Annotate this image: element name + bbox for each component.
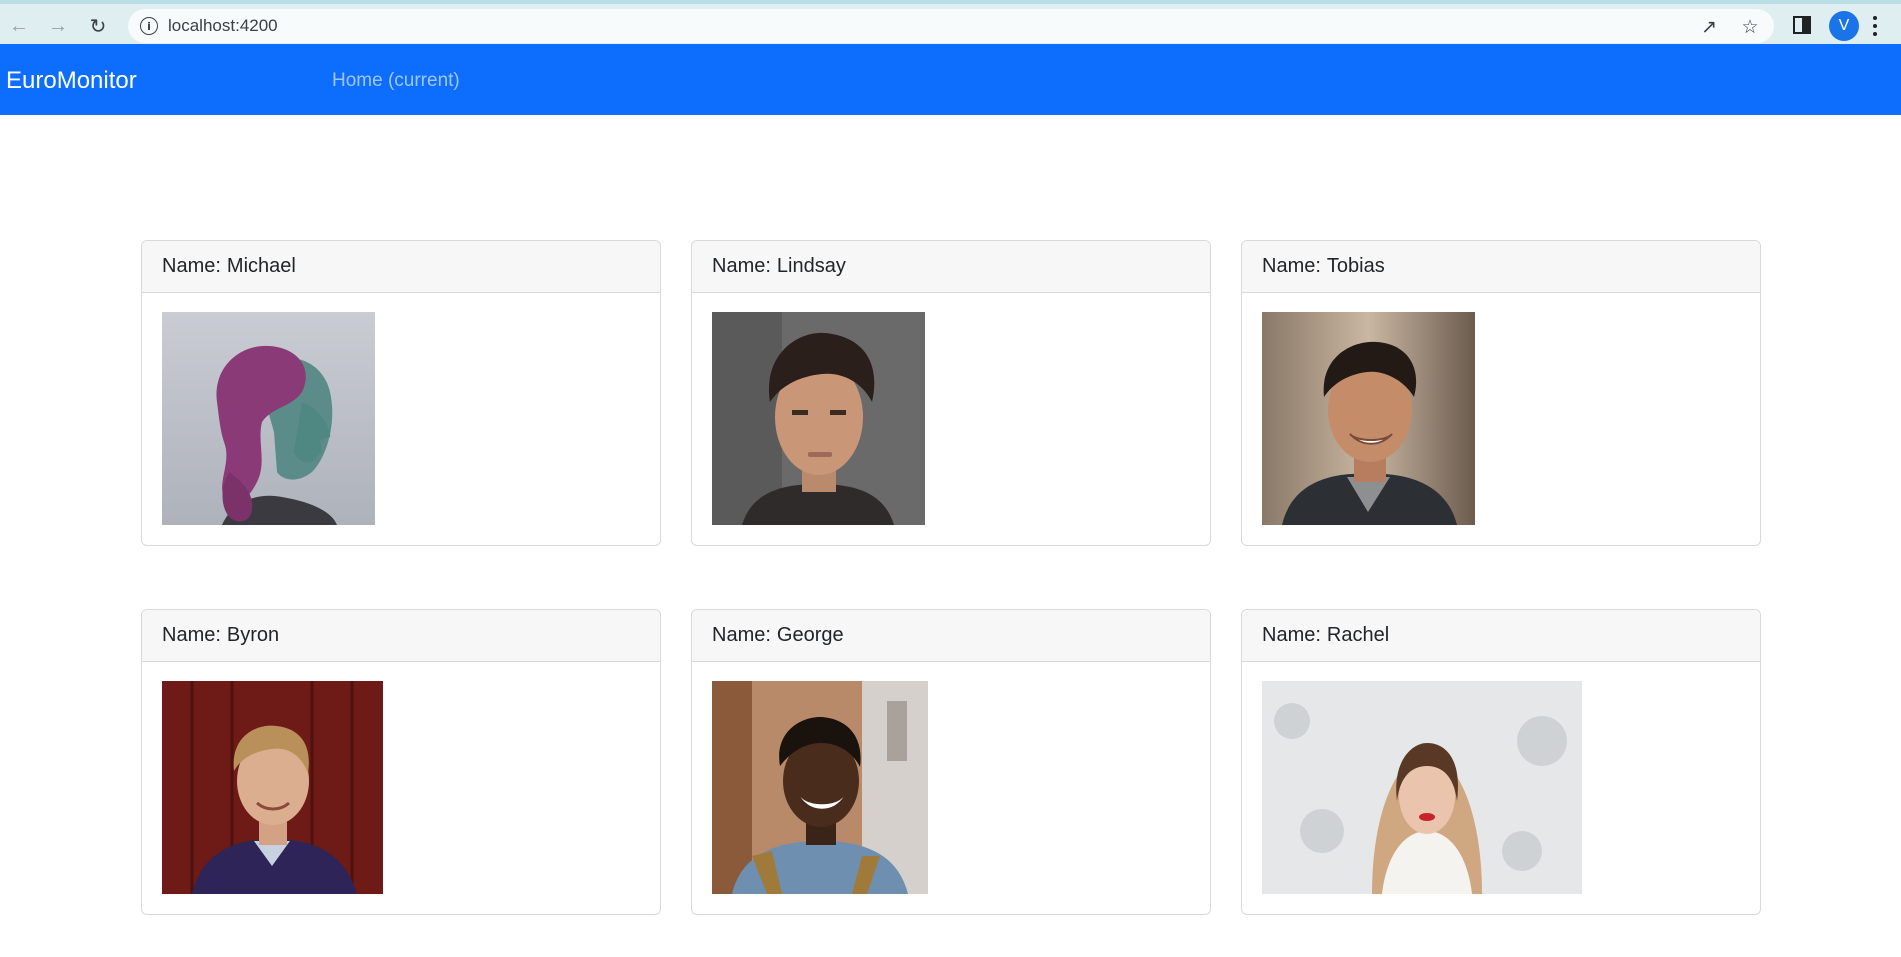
person-card: Name: Rachel xyxy=(1241,609,1761,915)
url-text[interactable]: localhost:4200 xyxy=(168,16,278,36)
person-photo xyxy=(712,681,928,894)
person-name: George xyxy=(776,624,844,646)
person-name: Tobias xyxy=(1326,255,1385,277)
person-card: Name: Michael xyxy=(141,240,661,546)
reload-icon[interactable]: ↻ xyxy=(85,13,111,39)
card-header: Name: Lindsay xyxy=(692,241,1210,293)
profile-avatar[interactable]: V xyxy=(1829,11,1859,41)
card-header: Name: Byron xyxy=(142,610,660,662)
card-header: Name: Michael xyxy=(142,241,660,293)
address-bar[interactable]: i localhost:4200 ↗ ☆ xyxy=(128,9,1774,43)
card-header: Name: George xyxy=(692,610,1210,662)
person-name: Lindsay xyxy=(776,255,846,277)
person-photo xyxy=(712,312,925,525)
browser-toolbar: ← → ↻ i localhost:4200 ↗ ☆ V xyxy=(0,0,1901,44)
person-photo xyxy=(1262,681,1582,894)
name-label: Name: xyxy=(712,255,771,277)
name-label: Name: xyxy=(162,255,221,277)
person-name: Michael xyxy=(226,255,296,277)
nav-link-home[interactable]: Home (current) xyxy=(332,70,460,92)
name-label: Name: xyxy=(1262,255,1321,277)
person-card: Name: Tobias xyxy=(1241,240,1761,546)
back-icon[interactable]: ← xyxy=(6,13,32,39)
person-photo xyxy=(162,681,383,894)
side-panel-icon[interactable] xyxy=(1793,16,1811,34)
app-navbar: EuroMonitor Home (current) xyxy=(0,44,1901,115)
person-card: Name: George xyxy=(691,609,1211,915)
brand-link[interactable]: EuroMonitor xyxy=(6,67,137,95)
person-name: Byron xyxy=(226,624,280,646)
share-icon[interactable]: ↗ xyxy=(1698,16,1720,38)
site-info-icon[interactable]: i xyxy=(140,17,158,35)
name-label: Name: xyxy=(1262,624,1321,646)
name-label: Name: xyxy=(162,624,221,646)
card-header: Name: Tobias xyxy=(1242,241,1760,293)
card-header: Name: Rachel xyxy=(1242,610,1760,662)
person-card: Name: Lindsay xyxy=(691,240,1211,546)
bookmark-star-icon[interactable]: ☆ xyxy=(1739,16,1761,38)
name-label: Name: xyxy=(712,624,771,646)
person-photo xyxy=(162,312,375,525)
person-name: Rachel xyxy=(1326,624,1390,646)
menu-icon[interactable] xyxy=(1871,14,1879,38)
forward-icon[interactable]: → xyxy=(45,13,71,39)
person-photo xyxy=(1262,312,1475,525)
person-card: Name: Byron xyxy=(141,609,661,915)
